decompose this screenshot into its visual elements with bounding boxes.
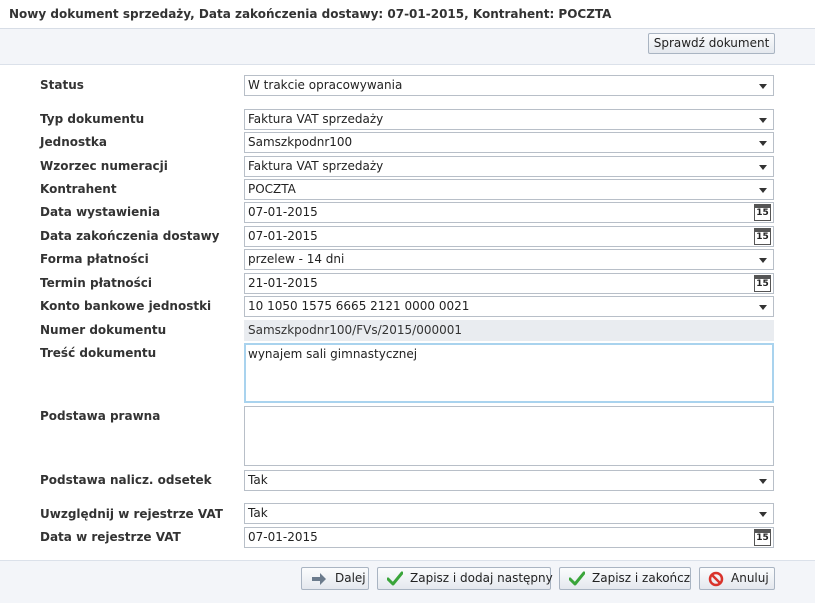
issue-date-input[interactable]: 07-01-2015 15 — [244, 202, 774, 223]
calendar-icon[interactable]: 15 — [754, 275, 771, 292]
status-select[interactable]: W trakcie opracowywania — [244, 75, 774, 96]
delivery-end-label: Data zakończenia dostawy — [40, 229, 220, 243]
cancel-button-label: Anuluj — [731, 571, 769, 585]
save-and-add-next-label: Zapisz i dodaj następny — [410, 571, 553, 585]
checkmark-icon — [569, 571, 585, 586]
cancel-icon — [708, 571, 724, 587]
next-button-label: Dalej — [335, 571, 366, 585]
numbering-select[interactable]: Faktura VAT sprzedaży — [244, 156, 774, 177]
calendar-icon[interactable]: 15 — [754, 204, 771, 221]
chevron-down-icon[interactable] — [759, 479, 767, 484]
chevron-down-icon[interactable] — [759, 258, 767, 263]
vat-register-select[interactable]: Tak — [244, 503, 774, 524]
arrow-right-icon — [312, 573, 326, 585]
interest-basis-select[interactable]: Tak — [244, 470, 774, 491]
save-and-finish-label: Zapisz i zakończ — [592, 571, 691, 585]
contractor-value: POCZTA — [248, 182, 296, 196]
vat-register-label: Uwzględnij w rejestrze VAT — [40, 507, 223, 521]
save-and-add-next-button[interactable]: Zapisz i dodaj następny — [377, 567, 553, 590]
chevron-down-icon[interactable] — [759, 141, 767, 146]
issue-date-label: Data wystawienia — [40, 205, 161, 219]
interest-basis-label: Podstawa nalicz. odsetek — [40, 473, 212, 487]
unit-value: Samszkpodnr100 — [248, 135, 353, 149]
vat-register-date-input[interactable]: 07-01-2015 15 — [244, 527, 774, 548]
cancel-button[interactable]: Anuluj — [699, 567, 775, 590]
unit-select[interactable]: Samszkpodnr100 — [244, 132, 774, 153]
issue-date-value: 07-01-2015 — [248, 205, 318, 219]
doc-type-select[interactable]: Faktura VAT sprzedaży — [244, 109, 774, 130]
payment-due-input[interactable]: 21-01-2015 15 — [244, 273, 774, 294]
delivery-end-input[interactable]: 07-01-2015 15 — [244, 226, 774, 247]
chevron-down-icon[interactable] — [759, 512, 767, 517]
legal-basis-label: Podstawa prawna — [40, 409, 161, 423]
bank-account-value: 10 1050 1575 6665 2121 0000 0021 — [248, 299, 470, 313]
interest-basis-value: Tak — [248, 473, 268, 487]
contractor-select[interactable]: POCZTA — [244, 179, 774, 200]
unit-label: Jednostka — [40, 135, 107, 149]
calendar-icon[interactable]: 15 — [754, 529, 771, 546]
bank-account-label: Konto bankowe jednostki — [40, 299, 212, 313]
legal-basis-textarea[interactable] — [244, 406, 774, 466]
footer-bar: Dalej Zapisz i dodaj następny Zapisz i z… — [0, 560, 815, 603]
status-value: W trakcie opracowywania — [248, 78, 403, 92]
payment-form-value: przelew - 14 dni — [248, 252, 345, 266]
doc-number-field: Samszkpodnr100/FVs/2015/000001 — [244, 320, 774, 341]
vat-register-value: Tak — [248, 506, 268, 520]
payment-form-select[interactable]: przelew - 14 dni — [244, 249, 774, 270]
chevron-down-icon[interactable] — [759, 165, 767, 170]
chevron-down-icon[interactable] — [759, 84, 767, 89]
contractor-label: Kontrahent — [40, 182, 117, 196]
title-bar: Nowy dokument sprzedaży, Data zakończeni… — [0, 0, 815, 29]
doc-number-value: Samszkpodnr100/FVs/2015/000001 — [248, 323, 463, 337]
numbering-value: Faktura VAT sprzedaży — [248, 159, 384, 173]
numbering-label: Wzorzec numeracji — [40, 159, 168, 173]
content-textarea[interactable]: wynajem sali gimnastycznej — [244, 343, 774, 403]
save-and-finish-button[interactable]: Zapisz i zakończ — [559, 567, 691, 590]
chevron-down-icon[interactable] — [759, 188, 767, 193]
payment-due-label: Termin płatności — [40, 276, 153, 290]
chevron-down-icon[interactable] — [759, 305, 767, 310]
bank-account-select[interactable]: 10 1050 1575 6665 2121 0000 0021 — [244, 296, 774, 317]
content-label: Treść dokumentu — [40, 346, 157, 360]
window-title: Nowy dokument sprzedaży, Data zakończeni… — [9, 7, 612, 21]
calendar-icon[interactable]: 15 — [754, 228, 771, 245]
check-document-button[interactable]: Sprawdź dokument — [648, 33, 775, 54]
checkmark-icon — [387, 571, 403, 586]
chevron-down-icon[interactable] — [759, 118, 767, 123]
status-label: Status — [40, 78, 84, 92]
delivery-end-value: 07-01-2015 — [248, 229, 318, 243]
doc-type-value: Faktura VAT sprzedaży — [248, 112, 384, 126]
next-button[interactable]: Dalej — [301, 567, 369, 590]
toolbar: Sprawdź dokument — [0, 29, 815, 65]
doc-type-label: Typ dokumentu — [40, 112, 145, 126]
vat-register-date-label: Data w rejestrze VAT — [40, 530, 181, 544]
payment-due-value: 21-01-2015 — [248, 276, 318, 290]
payment-form-label: Forma płatności — [40, 252, 149, 266]
doc-number-label: Numer dokumentu — [40, 323, 167, 337]
vat-register-date-value: 07-01-2015 — [248, 530, 318, 544]
